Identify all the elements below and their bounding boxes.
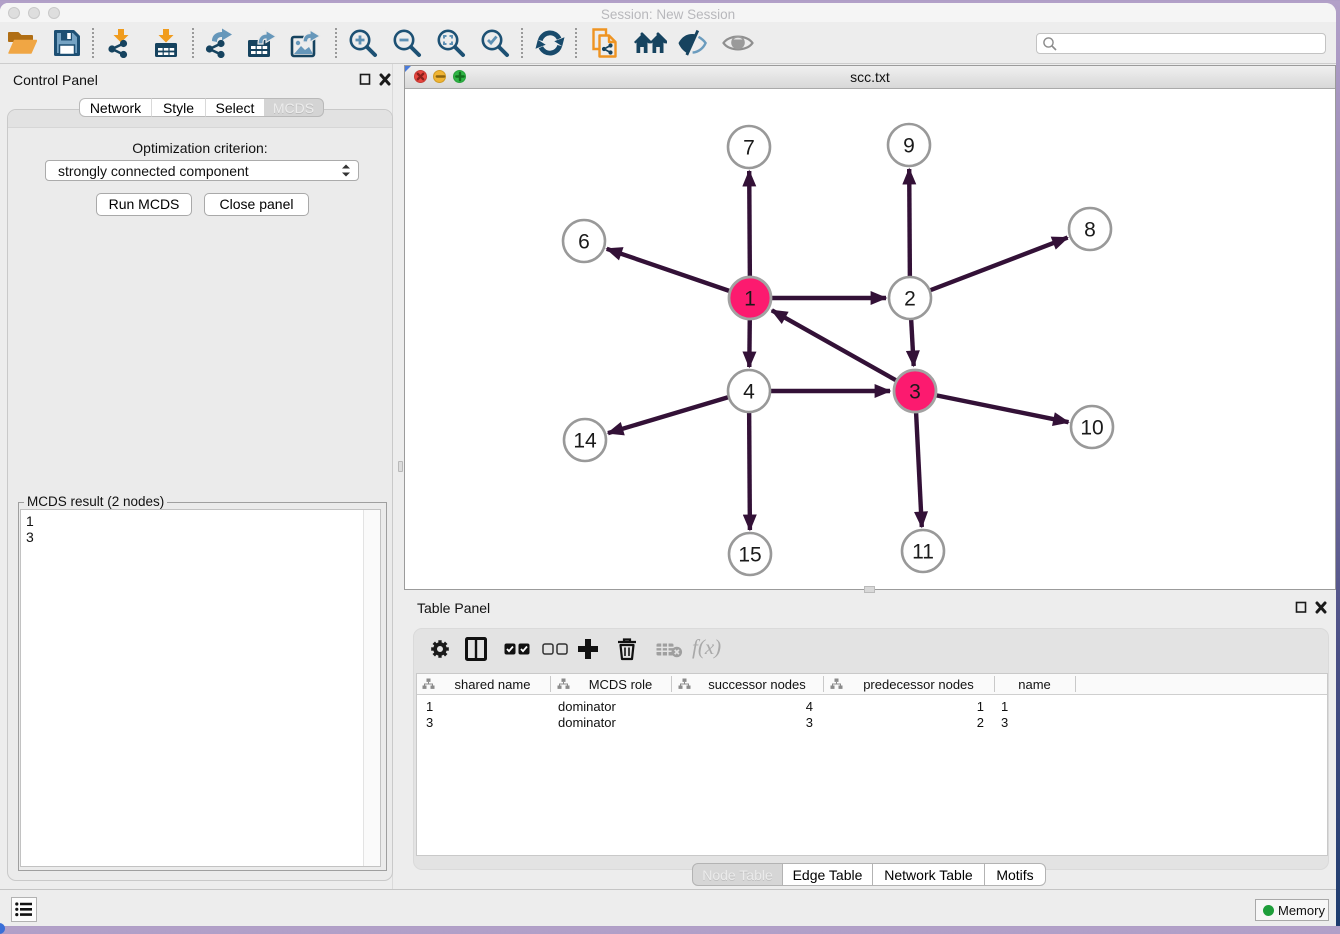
svg-text:8: 8 (1084, 219, 1096, 242)
svg-text:11: 11 (912, 541, 934, 564)
svg-text:2: 2 (904, 288, 916, 311)
svg-text:10: 10 (1080, 417, 1103, 440)
svg-text:9: 9 (903, 135, 915, 158)
svg-text:3: 3 (909, 381, 921, 404)
svg-text:6: 6 (578, 231, 590, 254)
svg-text:7: 7 (743, 137, 755, 160)
svg-text:15: 15 (738, 544, 761, 567)
svg-text:14: 14 (573, 430, 597, 453)
svg-text:4: 4 (743, 381, 755, 404)
svg-text:1: 1 (744, 288, 756, 311)
